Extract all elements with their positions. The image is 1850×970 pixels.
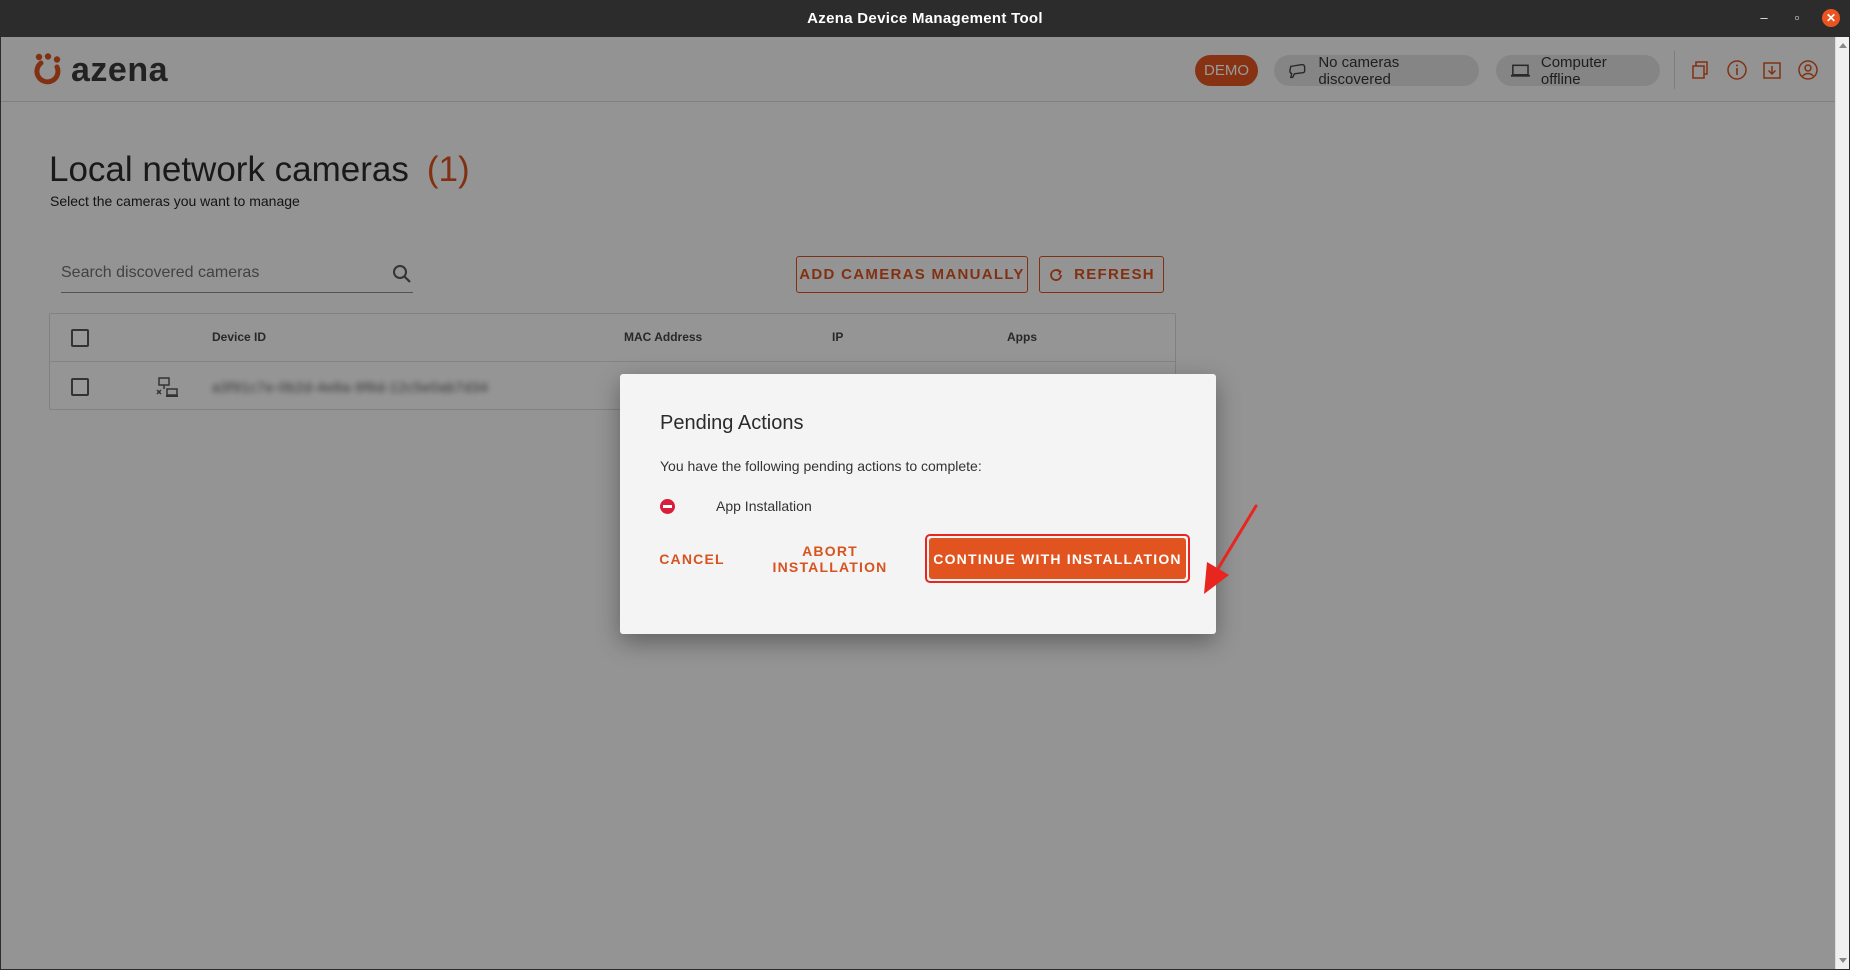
minimize-button[interactable]: – [1755, 9, 1773, 27]
window-title: Azena Device Management Tool [807, 10, 1043, 27]
cancel-button[interactable]: CANCEL [657, 541, 727, 577]
continue-installation-button[interactable]: CONTINUE WITH INSTALLATION [929, 538, 1186, 579]
scroll-up-icon[interactable] [1839, 43, 1847, 48]
dialog-title: Pending Actions [660, 412, 804, 434]
abort-installation-button[interactable]: ABORT INSTALLATION [745, 541, 915, 577]
scroll-down-icon[interactable] [1839, 958, 1847, 963]
pending-action-item: App Installation [660, 496, 812, 516]
vertical-scrollbar[interactable] [1835, 37, 1849, 969]
close-window-button[interactable]: ✕ [1822, 9, 1840, 27]
window-titlebar: Azena Device Management Tool – ▫ ✕ [0, 0, 1850, 37]
maximize-button[interactable]: ▫ [1788, 9, 1806, 27]
app-window: azena DEMO No cameras discovered Compute… [1, 37, 1849, 969]
remove-circle-icon [660, 498, 675, 514]
modal-backdrop-right [1223, 102, 1835, 969]
pending-actions-dialog: Pending Actions You have the following p… [620, 374, 1216, 634]
modal-backdrop-top [1223, 37, 1835, 102]
dialog-message: You have the following pending actions t… [660, 458, 982, 474]
pending-action-label: App Installation [716, 498, 812, 514]
annotation-arrow-icon [1204, 504, 1258, 594]
